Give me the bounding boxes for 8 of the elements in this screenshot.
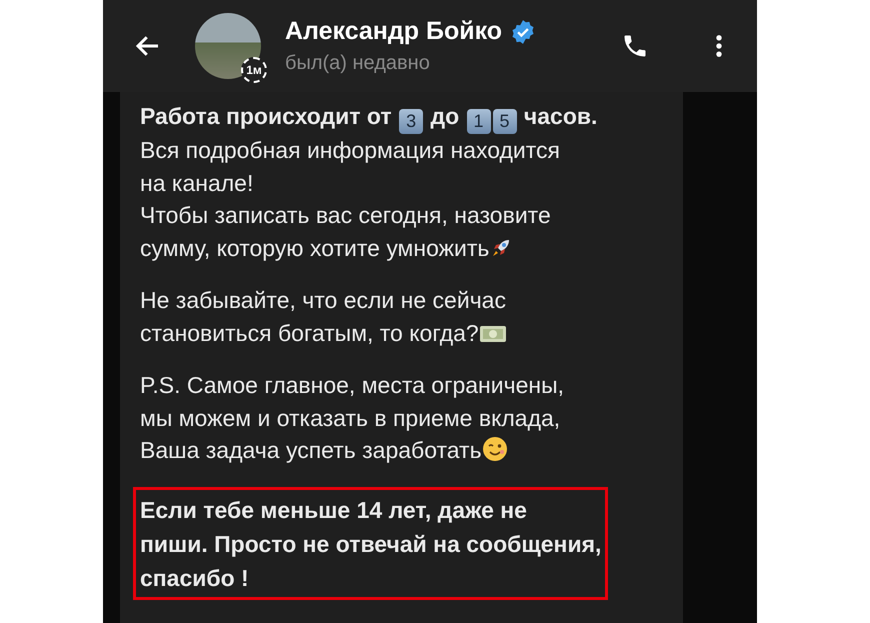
- message-paragraph: Работа происходит от 3 до 1 5 часов. Вся подробная информация находится на канале! Чтобы записать вас сегодня, назовите сумму, которую хотите умножить: [140, 102, 598, 263]
- highlighted-message-text: Если тебе меньше 14 лет, даже не пиши. Просто не отвечай на сообщения, спасибо !: [133, 486, 608, 600]
- story-badge: 1м: [241, 57, 267, 83]
- last-seen-status: был(а) недавно: [285, 52, 431, 75]
- contact-name: Александр Бойко: [285, 17, 502, 46]
- message-paragraph: P.S. Самое главное, места ограничены, мы можем и отказать в приеме вклада, Ваша задача успеть заработать: [140, 371, 564, 465]
- message-paragraph: Не забывайте, что если не сейчас становиться богатым, то когда?: [140, 286, 507, 348]
- wink-emoji-icon: [482, 436, 508, 462]
